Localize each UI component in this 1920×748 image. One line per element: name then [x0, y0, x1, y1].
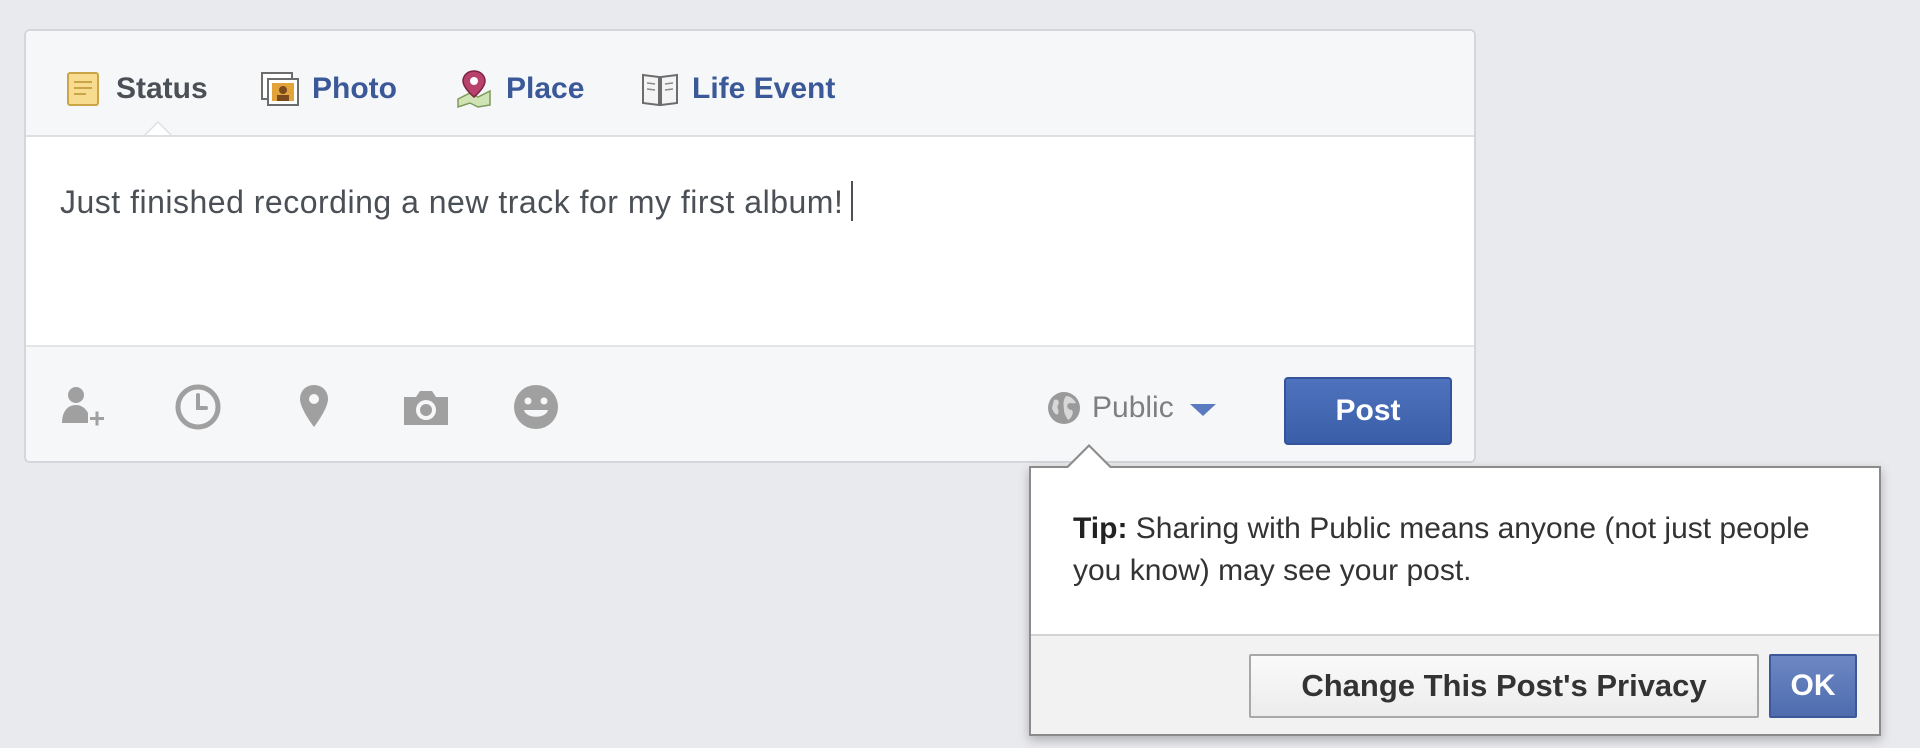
book-icon: [642, 73, 678, 107]
map-pin-icon: [457, 70, 491, 109]
privacy-tip-popover: Tip: Sharing with Public means anyone (n…: [1029, 444, 1881, 736]
tab-photo[interactable]: Photo: [260, 69, 397, 109]
tab-photo-label: Photo: [312, 72, 397, 105]
text-cursor: [851, 181, 854, 221]
audience-label: Public: [1092, 391, 1174, 424]
tip-arrow: [1065, 444, 1113, 469]
note-icon: [67, 72, 99, 106]
tip-footer: Change This Post's Privacy OK: [1031, 634, 1879, 734]
tab-place[interactable]: Place: [454, 69, 584, 109]
status-text: Just finished recording a new track for …: [60, 184, 844, 220]
chevron-down-icon: [1189, 404, 1216, 416]
change-privacy-button[interactable]: Change This Post's Privacy: [1249, 654, 1759, 718]
tab-status-label: Status: [116, 72, 208, 105]
tip-text: Sharing with Public means anyone (not ju…: [1073, 512, 1810, 587]
tab-life-event-label: Life Event: [692, 72, 836, 105]
tip-prefix: Tip:: [1073, 512, 1128, 545]
photo-icon: [261, 72, 299, 106]
clock-icon[interactable]: [172, 381, 224, 433]
audience-selector[interactable]: Public: [1046, 387, 1216, 429]
status-composer: Status Photo Place Life Event Just finis…: [24, 29, 1476, 463]
tab-place-label: Place: [506, 72, 585, 105]
tip-message: Tip: Sharing with Public means anyone (n…: [1073, 508, 1863, 592]
globe-icon: [1048, 392, 1080, 424]
composer-footer: Public Post: [26, 345, 1474, 461]
camera-icon[interactable]: [400, 381, 452, 433]
post-button[interactable]: Post: [1284, 377, 1452, 445]
ok-button[interactable]: OK: [1769, 654, 1857, 718]
location-pin-icon[interactable]: [288, 381, 340, 433]
composer-tab-bar: Status Photo Place Life Event: [26, 31, 1474, 137]
tab-life-event[interactable]: Life Event: [640, 69, 835, 109]
tab-status[interactable]: Status: [64, 69, 208, 109]
smiley-icon[interactable]: [510, 381, 562, 433]
status-input[interactable]: Just finished recording a new track for …: [60, 181, 1440, 351]
tag-friends-icon[interactable]: [56, 381, 108, 433]
active-tab-caret: [144, 121, 172, 135]
